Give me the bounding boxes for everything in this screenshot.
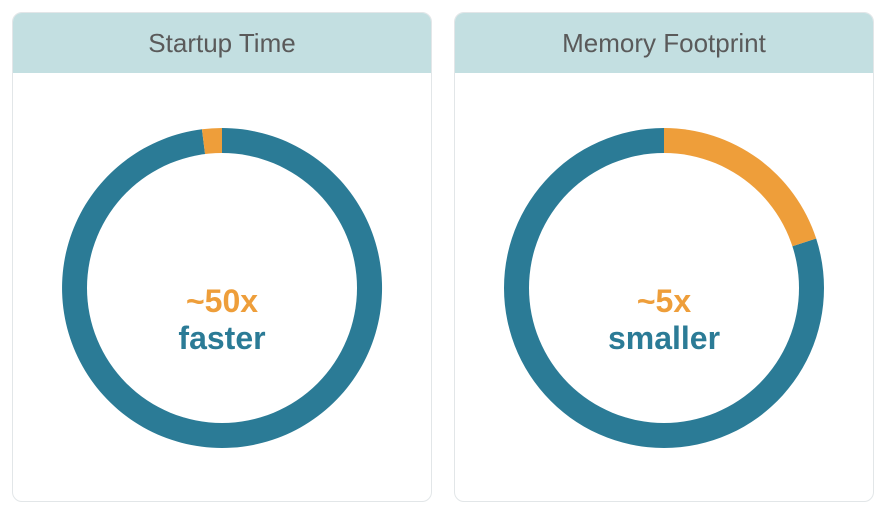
metric-prefix: ~	[637, 283, 656, 319]
card-startup-time: Startup Time ~50x faster	[12, 12, 432, 502]
card-title: Memory Footprint	[562, 28, 766, 59]
cards-container: Startup Time ~50x faster	[12, 12, 884, 502]
metric-descriptor: smaller	[608, 320, 720, 357]
card-memory-footprint: Memory Footprint ~5x smaller	[454, 12, 874, 502]
center-label: ~5x smaller	[608, 283, 720, 357]
metric-value: 5x	[656, 283, 692, 319]
metric-descriptor: faster	[178, 320, 265, 357]
metric-line: ~5x	[608, 283, 720, 320]
donut-chart: ~5x smaller	[499, 123, 829, 453]
metric-value: 50x	[205, 283, 258, 319]
card-title: Startup Time	[148, 28, 295, 59]
metric-prefix: ~	[186, 283, 205, 319]
card-body: ~50x faster	[13, 73, 431, 502]
card-header: Memory Footprint	[455, 13, 873, 73]
center-label: ~50x faster	[178, 283, 265, 357]
card-header: Startup Time	[13, 13, 431, 73]
metric-line: ~50x	[178, 283, 265, 320]
card-body: ~5x smaller	[455, 73, 873, 502]
donut-chart: ~50x faster	[57, 123, 387, 453]
